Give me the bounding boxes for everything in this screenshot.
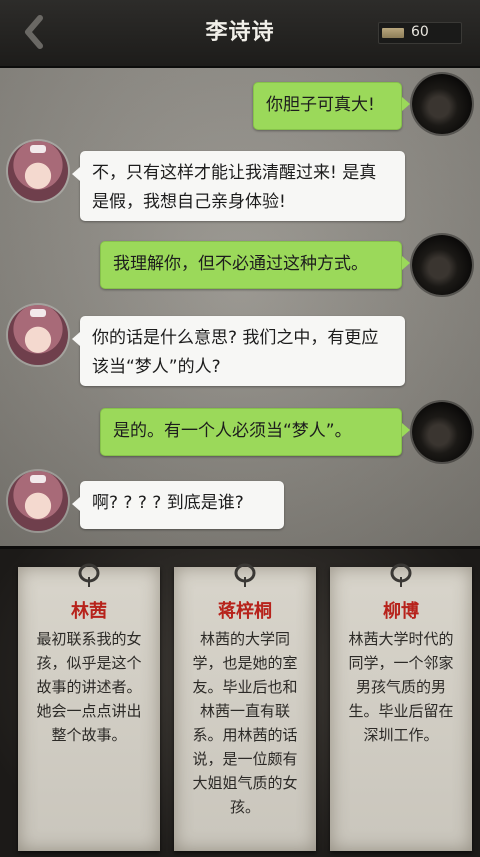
energy-count: 60 [411, 24, 429, 40]
energy-counter: 60 [378, 22, 462, 44]
top-bar: 李诗诗 60 [0, 0, 480, 68]
character-card-liubo[interactable]: 柳博 林茜大学时代的同学，一个邻家男孩气质的男生。毕业后留在深圳工作。 [330, 563, 472, 851]
character-name: 柳博 [383, 601, 419, 622]
chat-area[interactable]: 你胆子可真大! 不，只有这样才能让我清醒过来! 是真是假，我想自己亲身体验! 我… [0, 68, 480, 546]
character-card-jiangzitong[interactable]: 蒋梓桐 林茜的大学同学，也是她的室友。毕业后也和林茜一直有联系。用林茜的话说，是… [174, 563, 316, 851]
message-bubble-outgoing: 我理解你，但不必通过这种方式。 [100, 241, 410, 289]
character-name: 蒋梓桐 [218, 601, 272, 622]
contact-avatar [8, 141, 68, 201]
character-name: 林茜 [71, 601, 107, 622]
character-panel: 林茜 最初联系我的女孩，似乎是这个故事的讲述者。她会一点点讲出整个故事。 蒋梓桐… [0, 546, 480, 857]
energy-bar-icon [382, 28, 404, 38]
character-description: 林茜的大学同学，也是她的室友。毕业后也和林茜一直有联系。用林茜的话说，是一位颇有… [192, 630, 298, 816]
message-bubble-outgoing: 你胆子可真大! [253, 82, 410, 130]
player-avatar [412, 235, 472, 295]
character-card-linqian[interactable]: 林茜 最初联系我的女孩，似乎是这个故事的讲述者。她会一点点讲出整个故事。 [18, 563, 160, 851]
contact-avatar [8, 471, 68, 531]
message-bubble-incoming: 不，只有这样才能让我清醒过来! 是真是假，我想自己亲身体验! [72, 151, 405, 221]
player-avatar [412, 402, 472, 462]
pin-icon [234, 563, 256, 587]
pin-icon [390, 563, 412, 587]
player-avatar [412, 74, 472, 134]
character-description: 林茜大学时代的同学，一个邻家男孩气质的男生。毕业后留在深圳工作。 [348, 630, 454, 744]
pin-icon [78, 563, 100, 587]
character-description: 最初联系我的女孩，似乎是这个故事的讲述者。她会一点点讲出整个故事。 [36, 630, 142, 744]
message-bubble-outgoing: 是的。有一个人必须当“梦人”。 [100, 408, 410, 456]
message-bubble-incoming: 啊? ? ? ? 到底是谁? [72, 481, 284, 529]
message-bubble-incoming: 你的话是什么意思? 我们之中，有更应该当“梦人”的人? [72, 316, 405, 386]
contact-avatar [8, 305, 68, 365]
